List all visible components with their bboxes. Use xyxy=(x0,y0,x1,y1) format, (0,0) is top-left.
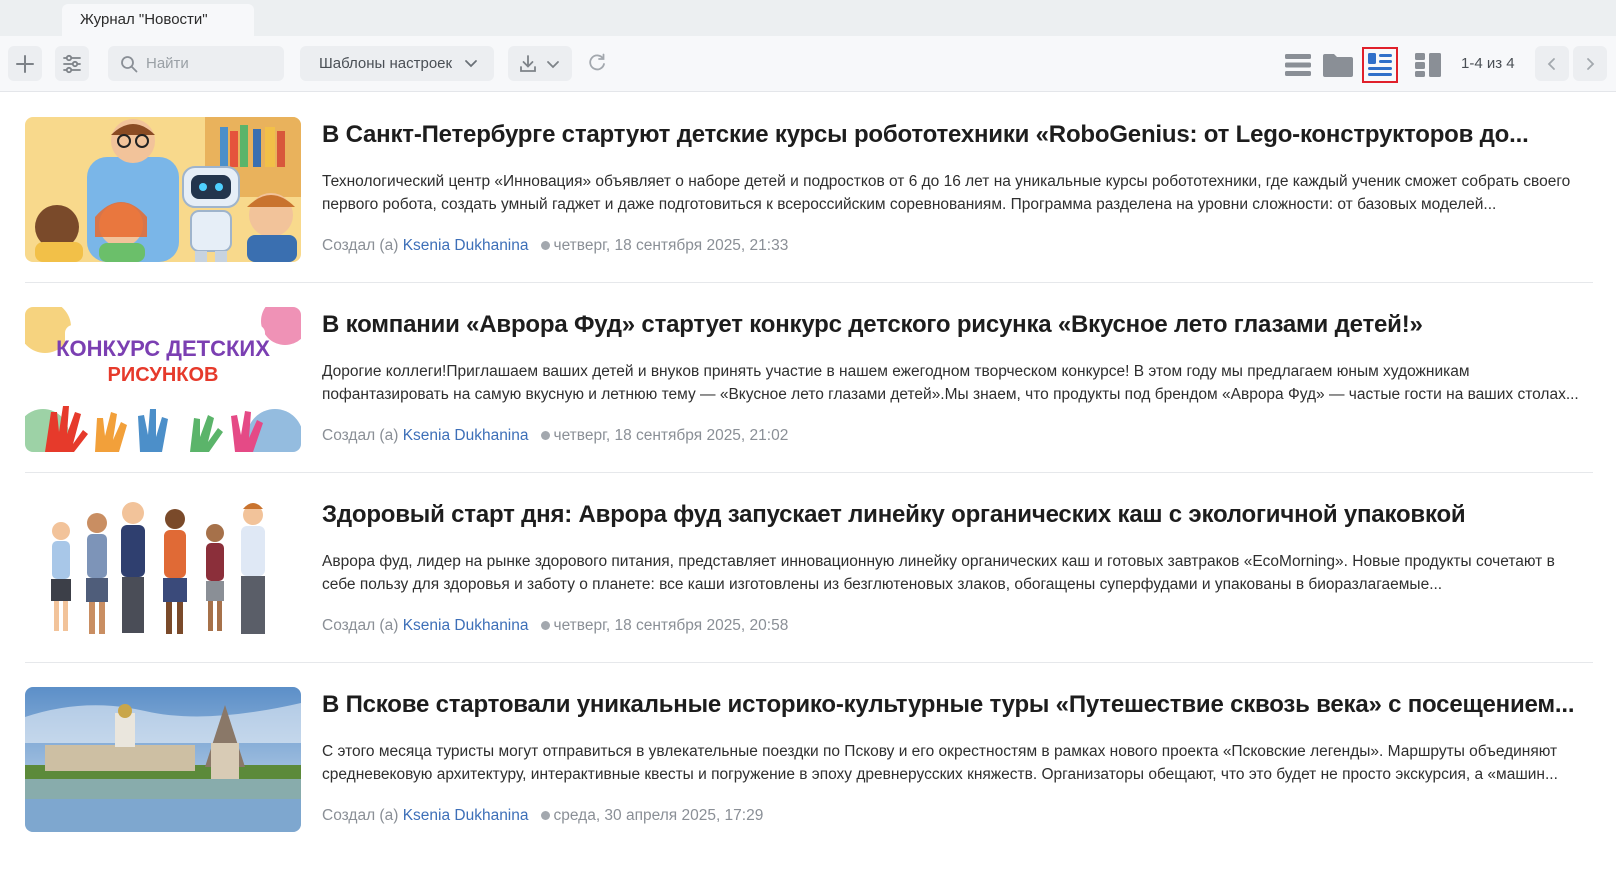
pagination-label: 1-4 из 4 xyxy=(1461,55,1515,72)
next-page-button[interactable] xyxy=(1573,46,1607,81)
news-title[interactable]: В Санкт-Петербурге стартуют детские курс… xyxy=(322,121,1582,149)
prev-page-button[interactable] xyxy=(1535,46,1569,81)
news-date: среда, 30 апреля 2025, 17:29 xyxy=(553,807,764,824)
chevron-down-icon xyxy=(465,60,477,68)
contest-banner-line1: КОНКУРС ДЕТСКИХ xyxy=(56,336,270,361)
split-view-icon xyxy=(1415,53,1441,77)
author-link[interactable]: Ksenia Dukhanina xyxy=(403,237,529,254)
author-link[interactable]: Ksenia Dukhanina xyxy=(403,427,529,444)
add-button[interactable] xyxy=(8,46,42,81)
contest-banner-line2: РИСУНКОВ xyxy=(108,364,219,386)
created-by-label: Создал (а) xyxy=(322,237,399,254)
chevron-down-icon xyxy=(547,61,559,69)
news-feed-view-button[interactable] xyxy=(1362,47,1398,83)
news-title[interactable]: В Пскове стартовали уникальные историко-… xyxy=(322,691,1582,719)
filter-settings-button[interactable] xyxy=(55,46,89,81)
folder-view-button[interactable] xyxy=(1320,47,1356,83)
created-by-label: Создал (а) xyxy=(322,427,399,444)
chevron-right-icon xyxy=(1587,57,1595,70)
news-description: Аврора фуд, лидер на рынке здорового пит… xyxy=(322,553,1555,593)
status-dot-icon xyxy=(540,620,550,630)
news-date: четверг, 18 сентября 2025, 21:33 xyxy=(553,237,789,254)
download-icon xyxy=(520,55,536,72)
news-item: Здоровый старт дня: Аврора фуд запускает… xyxy=(25,473,1593,663)
tab-news-journal[interactable]: Журнал "Новости" xyxy=(62,4,254,36)
news-list: В Санкт-Петербурге стартуют детские курс… xyxy=(25,93,1593,853)
status-dot-icon xyxy=(540,240,550,250)
news-item: КОНКУРС ДЕТСКИХ РИСУНКОВ В компании «Авр… xyxy=(25,283,1593,473)
news-meta: Создал (а) Ksenia Dukhanina четверг, 18 с… xyxy=(322,617,788,635)
folder-icon xyxy=(1323,54,1353,77)
news-item: В Пскове стартовали уникальные историко-… xyxy=(25,663,1593,853)
status-dot-icon xyxy=(540,430,550,440)
refresh-icon xyxy=(589,53,605,71)
split-view-button[interactable] xyxy=(1410,47,1446,83)
list-view-icon xyxy=(1285,54,1311,76)
feed-view-icon xyxy=(1368,53,1392,76)
news-item: В Санкт-Петербурге стартуют детские курс… xyxy=(25,93,1593,283)
list-view-button[interactable] xyxy=(1280,47,1316,83)
news-date: четверг, 18 сентября 2025, 21:02 xyxy=(553,427,789,444)
tab-title: Журнал "Новости" xyxy=(80,11,208,28)
author-link[interactable]: Ksenia Dukhanina xyxy=(403,617,529,634)
search-icon xyxy=(121,55,138,72)
news-thumbnail-schoolchildren[interactable] xyxy=(25,497,301,642)
search-box[interactable] xyxy=(108,46,284,81)
toolbar: Шаблоны настроек xyxy=(0,36,1616,92)
news-thumbnail-pskov[interactable] xyxy=(25,687,301,832)
news-description: Технологический центр «Инновация» объявл… xyxy=(322,173,1571,213)
news-title[interactable]: Здоровый старт дня: Аврора фуд запускает… xyxy=(322,501,1582,529)
settings-templates-dropdown[interactable]: Шаблоны настроек xyxy=(300,46,494,81)
templates-label: Шаблоны настроек xyxy=(319,55,453,72)
created-by-label: Создал (а) xyxy=(322,807,399,824)
export-dropdown[interactable] xyxy=(508,46,572,81)
plus-icon xyxy=(16,54,34,73)
news-thumbnail-drawing-contest[interactable]: КОНКУРС ДЕТСКИХ РИСУНКОВ xyxy=(25,307,301,452)
news-meta: Создал (а) Ksenia Dukhanina среда, 30 апр… xyxy=(322,807,763,825)
news-description: С этого месяца туристы могут отправиться… xyxy=(322,743,1558,783)
news-description: Дорогие коллеги!Приглашаем ваших детей и… xyxy=(322,363,1579,403)
sliders-icon xyxy=(63,54,81,73)
news-meta: Создал (а) Ksenia Dukhanina четверг, 18 с… xyxy=(322,237,788,255)
tab-strip: Журнал "Новости" xyxy=(0,0,1616,36)
status-dot-icon xyxy=(540,810,550,820)
news-date: четверг, 18 сентября 2025, 20:58 xyxy=(553,617,789,634)
chevron-left-icon xyxy=(1547,57,1555,70)
created-by-label: Создал (а) xyxy=(322,617,399,634)
refresh-button[interactable] xyxy=(586,52,610,76)
news-meta: Создал (а) Ksenia Dukhanina четверг, 18 с… xyxy=(322,427,788,445)
news-title[interactable]: В компании «Аврора Фуд» стартует конкурс… xyxy=(322,311,1582,339)
author-link[interactable]: Ksenia Dukhanina xyxy=(403,807,529,824)
search-input[interactable] xyxy=(146,55,276,72)
news-thumbnail-robotics[interactable] xyxy=(25,117,301,262)
